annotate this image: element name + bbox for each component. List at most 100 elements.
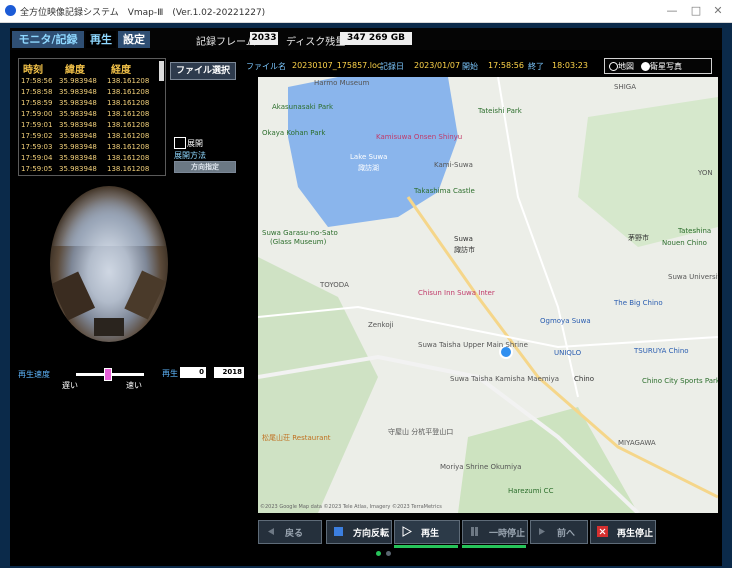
map-label-uniqlo: UNIQLO <box>554 349 582 357</box>
map-view[interactable]: Harmo Museum Akasunasaki Park Okaya Koha… <box>258 77 718 513</box>
start-label: 開始 <box>462 62 478 71</box>
next-button[interactable]: 前へ <box>530 520 588 544</box>
stop-icon <box>597 526 608 537</box>
radio-map-icon[interactable] <box>609 62 618 71</box>
pause-button[interactable]: 一時停止 <box>462 520 528 544</box>
gps-scrollbar[interactable] <box>159 61 164 81</box>
map-label-matsuo: 松尾山荘 Restaurant <box>262 434 331 442</box>
map-label-tsuruya: TSURUYA Chino <box>634 347 689 355</box>
cell-longitude: 138.161208 <box>107 154 150 162</box>
cell-time: 17:59:04 <box>21 154 53 162</box>
map-label-glass: (Glass Museum) <box>270 238 327 246</box>
table-row[interactable]: 17:59:03 35.983948 138.161208 <box>19 143 159 153</box>
frame-current[interactable]: 0 <box>180 367 206 378</box>
frames-label: 記録フレーム <box>196 37 256 48</box>
window-title: 全方位映像記録システム Vmap-Ⅲ (Ver.1.02-20221227) <box>20 8 266 18</box>
direction-button[interactable]: 方向指定 <box>174 161 236 173</box>
table-row[interactable]: 17:59:00 35.983948 138.161208 <box>19 110 159 120</box>
map-label-kamisuwa: Kami-Suwa <box>434 161 473 169</box>
map-type-selector: 地図 衛星写真 <box>604 58 712 74</box>
maximize-button[interactable]: □ <box>684 3 708 19</box>
expand-checkbox[interactable] <box>174 137 186 149</box>
table-row[interactable]: 17:59:05 35.983948 138.161208 <box>19 165 159 175</box>
cell-time: 17:58:56 <box>21 77 53 85</box>
table-row[interactable]: 17:58:56 35.983948 138.161208 <box>19 77 159 87</box>
radio-map-label[interactable]: 地図 <box>618 61 634 72</box>
status-led-off <box>386 551 391 556</box>
back-label: 戻る <box>285 529 304 539</box>
map-label-takashima: Takashima Castle <box>414 187 475 195</box>
file-select-button[interactable]: ファイル選択 <box>170 62 236 80</box>
map-label-akasunasaki: Akasunasaki Park <box>272 103 334 111</box>
end-value: 18:03:23 <box>552 61 588 70</box>
map-label-chino-city: Chino City Sports Park <box>642 377 718 385</box>
minimize-button[interactable]: — <box>660 3 684 19</box>
playback-speed-slider[interactable] <box>104 368 112 381</box>
table-row[interactable]: 17:58:58 35.983948 138.161208 <box>19 88 159 98</box>
gps-table-header: 時刻 緯度 経度 <box>19 61 159 76</box>
gps-log-table[interactable]: 時刻 緯度 経度 17:58:56 35.983948 138.161208 17:5… <box>18 58 166 176</box>
filename-value: 20230107_175857.loc <box>292 61 382 70</box>
tab-settings[interactable]: 設定 <box>118 31 150 48</box>
table-row[interactable]: 17:59:01 35.983948 138.161208 <box>19 121 159 131</box>
playback-speed-label: 再生速度 <box>18 370 50 379</box>
map-label-okaya: Okaya Kohan Park <box>262 129 326 137</box>
cell-latitude: 35.983948 <box>59 77 97 85</box>
fisheye-sky <box>50 186 168 246</box>
col-time: 時刻 <box>23 65 43 76</box>
cell-latitude: 35.983948 <box>59 165 97 173</box>
cell-time: 17:58:59 <box>21 99 53 107</box>
back-button[interactable]: 戻る <box>258 520 322 544</box>
stop-button[interactable]: 再生停止 <box>590 520 656 544</box>
tab-play[interactable]: 再生 <box>86 31 116 48</box>
cell-time: 17:59:01 <box>21 121 53 129</box>
col-longitude: 経度 <box>111 65 131 76</box>
table-row[interactable]: 17:58:59 35.983948 138.161208 <box>19 99 159 109</box>
stop-label: 再生停止 <box>617 529 654 539</box>
cell-time: 17:59:05 <box>21 165 53 173</box>
reverse-button[interactable]: 方向反転 <box>326 520 392 544</box>
cell-longitude: 138.161208 <box>107 99 150 107</box>
speed-slow-label: 遅い <box>62 381 78 390</box>
cell-time: 17:59:00 <box>21 110 53 118</box>
close-button[interactable]: ✕ <box>706 3 730 19</box>
cell-longitude: 138.161208 <box>107 165 150 173</box>
speed-fast-label: 速い <box>126 381 142 390</box>
map-label-tateshina: Tateshina <box>678 227 712 235</box>
map-label-taisha-maemiya: Suwa Taisha Kamisha Maemiya <box>450 375 560 383</box>
cell-latitude: 35.983948 <box>59 132 97 140</box>
map-label-harmo: Harmo Museum <box>314 79 370 87</box>
expand-label: 展開 <box>187 139 203 148</box>
reverse-icon <box>333 526 344 537</box>
table-row[interactable]: 17:59:04 35.983948 138.161208 <box>19 154 159 164</box>
reverse-label: 方向反転 <box>353 529 390 539</box>
map-label-moriya: Moriya Shrine Okumiya <box>440 463 522 471</box>
col-latitude: 緯度 <box>65 65 85 76</box>
play-button[interactable]: 再生 <box>394 520 460 544</box>
cell-latitude: 35.983948 <box>59 110 97 118</box>
table-row[interactable]: 17:59:02 35.983948 138.161208 <box>19 132 159 142</box>
pause-label: 一時停止 <box>489 529 526 539</box>
tab-monitor[interactable]: モニタ/記録 <box>12 31 84 48</box>
cell-longitude: 138.161208 <box>107 143 150 151</box>
cell-latitude: 35.983948 <box>59 99 97 107</box>
cell-time: 17:59:02 <box>21 132 53 140</box>
radio-satellite-icon[interactable] <box>641 62 650 71</box>
disk-value: 347 269 GB <box>340 32 412 45</box>
map-label-harezumi: Harezumi CC <box>508 487 554 495</box>
app-logo-icon <box>5 5 16 16</box>
fisheye-camera-view[interactable] <box>50 186 168 342</box>
record-date-label: 記録日 <box>380 62 404 71</box>
start-value: 17:58:56 <box>488 61 524 70</box>
map-label-tateishi: Tateishi Park <box>478 107 522 115</box>
next-icon <box>537 526 548 537</box>
map-label-garasu: Suwa Garasu-no-Sato <box>262 229 338 237</box>
map-label-shiga: SHIGA <box>614 83 636 91</box>
fisheye-building-right <box>124 270 166 320</box>
radio-satellite-label[interactable]: 衛星写真 <box>650 61 682 72</box>
cell-time: 17:59:03 <box>21 143 53 151</box>
top-bar: モニタ/記録 再生 設定 記録フレーム 2033 ディスク残量 347 269 … <box>10 28 722 50</box>
map-label-lake-jp: 諏訪湖 <box>358 164 379 172</box>
map-label-ogmoya: Ogmoya Suwa <box>540 317 591 325</box>
app-area: モニタ/記録 再生 設定 記録フレーム 2033 ディスク残量 347 269 … <box>10 28 722 566</box>
